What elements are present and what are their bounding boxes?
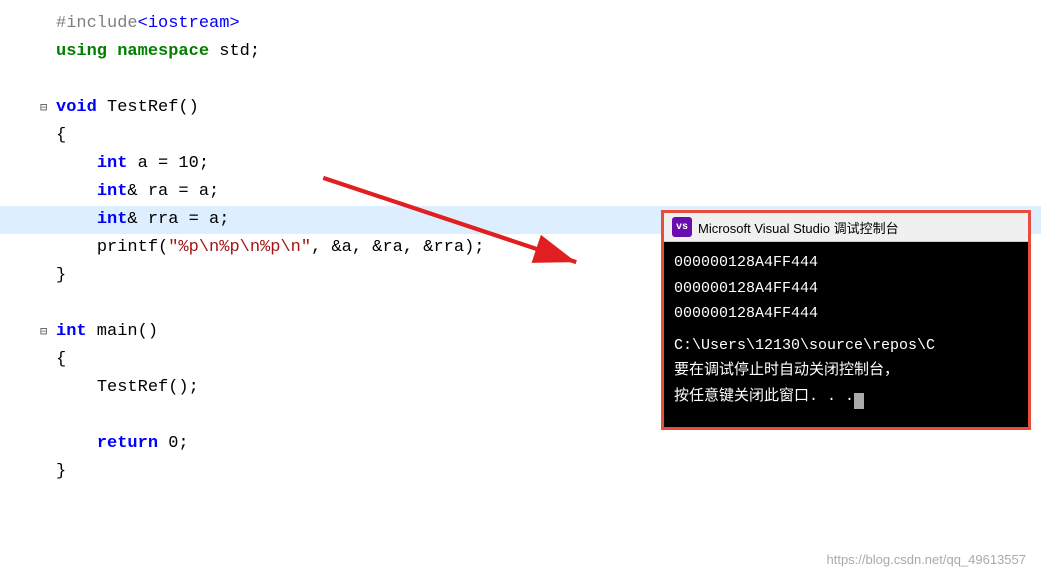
console-output-1: 000000128A4FF444 xyxy=(674,250,1018,276)
console-title: Microsoft Visual Studio 调试控制台 xyxy=(698,218,899,237)
kw-using: using xyxy=(56,42,107,61)
kw-namespace: namespace xyxy=(117,42,209,61)
line-content: using namespace std; xyxy=(56,38,1031,65)
code-editor: #include<iostream> using namespace std; … xyxy=(0,0,1041,575)
code-line-4: ⊟ void TestRef() xyxy=(0,94,1041,122)
line-content: return 0; xyxy=(56,430,1031,457)
line-content: { xyxy=(56,122,1031,149)
vs-icon-label: vs xyxy=(676,222,688,233)
collapse-icon-main[interactable]: ⊟ xyxy=(40,323,56,342)
kw-return: return xyxy=(97,434,158,453)
code-line-6: int a = 10; xyxy=(0,150,1041,178)
keyword-include: #include xyxy=(56,14,138,33)
console-titlebar: vs Microsoft Visual Studio 调试控制台 xyxy=(664,213,1028,242)
code-line-7: int& ra = a; xyxy=(0,178,1041,206)
code-line-5: { xyxy=(0,122,1041,150)
code-line-17: } xyxy=(0,458,1041,486)
console-cursor xyxy=(854,393,864,409)
console-footer-2: 要在调试停止时自动关闭控制台， xyxy=(674,358,1018,384)
line-content: void TestRef() xyxy=(56,94,1031,121)
kw-int-1: int xyxy=(97,154,128,173)
code-line-16: return 0; xyxy=(0,430,1041,458)
kw-int-3: int xyxy=(97,210,128,229)
vs-icon: vs xyxy=(672,217,692,237)
empty-line xyxy=(0,66,1041,94)
console-output-2: 000000128A4FF444 xyxy=(674,276,1018,302)
console-window: vs Microsoft Visual Studio 调试控制台 0000001… xyxy=(661,210,1031,430)
kw-void: void xyxy=(56,98,97,117)
code-line-1: #include<iostream> xyxy=(0,10,1041,38)
line-content: #include<iostream> xyxy=(56,10,1031,37)
code-line-2: using namespace std; xyxy=(0,38,1041,66)
kw-int-main: int xyxy=(56,322,87,341)
line-content: int a = 10; xyxy=(56,150,1031,177)
line-content: } xyxy=(56,458,1031,485)
console-output-3: 000000128A4FF444 xyxy=(674,301,1018,327)
console-footer-1: C:\Users\12130\source\repos\C xyxy=(674,333,1018,359)
watermark: https://blog.csdn.net/qq_49613557 xyxy=(827,552,1027,567)
console-body: 000000128A4FF444 000000128A4FF444 000000… xyxy=(664,242,1028,427)
line-content: int& ra = a; xyxy=(56,178,1031,205)
collapse-icon-testref[interactable]: ⊟ xyxy=(40,99,56,118)
header-name: <iostream> xyxy=(138,14,240,33)
console-footer-3: 按任意键关闭此窗口. . . xyxy=(674,384,1018,410)
string-format: "%p\n%p\n%p\n" xyxy=(168,238,311,257)
kw-int-2: int xyxy=(97,182,128,201)
